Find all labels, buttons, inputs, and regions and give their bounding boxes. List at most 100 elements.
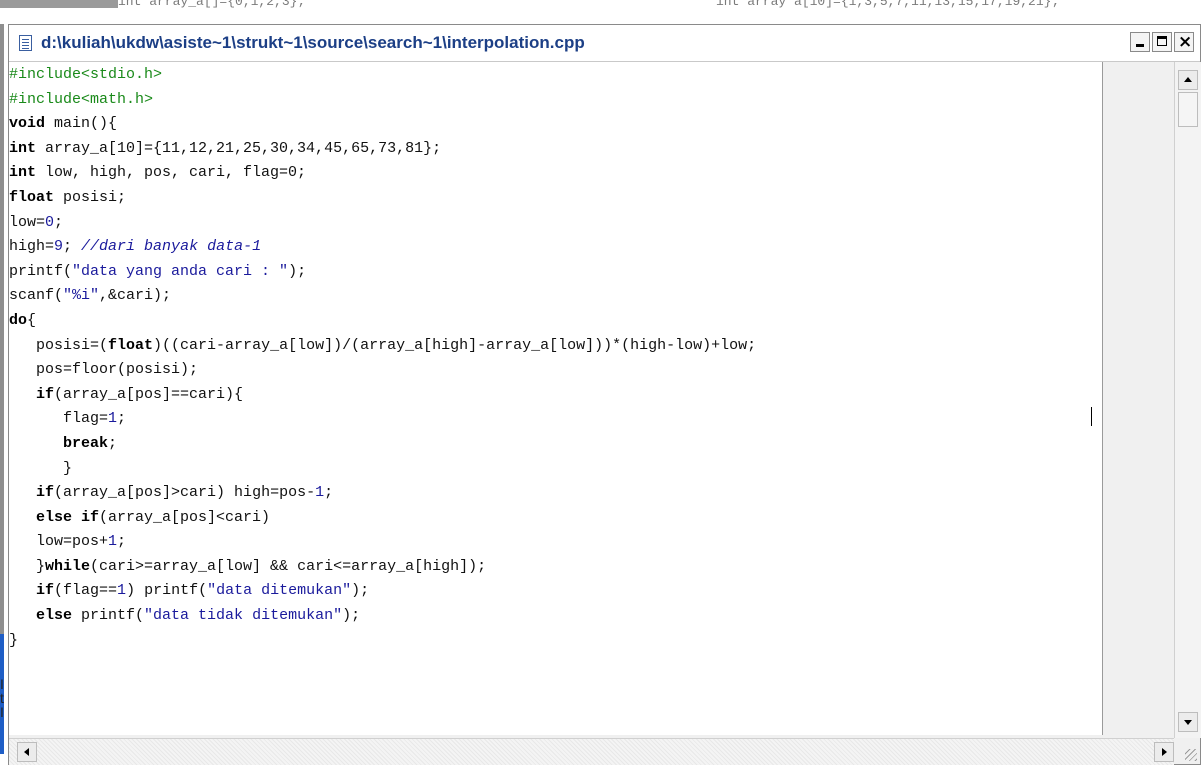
arrow-up-icon[interactable] [1178,70,1198,90]
code-line[interactable]: if(array_a[pos]>cari) high=pos-1; [9,481,1102,506]
code-token: (array_a[pos]<cari) [99,508,271,526]
arrow-right-icon[interactable] [1154,742,1174,762]
code-token: 1 [315,484,325,502]
code-token: 1 [108,410,118,428]
code-line[interactable]: break; [9,432,1102,457]
code-token: (cari>=array_a[low] && cari<=array_a[hig… [90,557,487,575]
code-token: pos=floor(posisi); [9,361,199,379]
maximize-button[interactable] [1152,32,1172,52]
code-line[interactable]: if(array_a[pos]==cari){ [9,383,1102,408]
code-token: ; [117,410,127,428]
window-title: d:\kuliah\ukdw\asiste~1\strukt~1\source\… [41,33,585,52]
code-token: ; [108,434,118,452]
close-icon: × [1178,32,1193,52]
code-token: posisi; [54,188,127,206]
code-token: ,&cari); [99,287,172,305]
code-token: ); [288,262,307,280]
code-token: "%i" [63,287,100,305]
code-line[interactable]: else printf("data tidak ditemukan"); [9,604,1102,629]
resize-grip-icon[interactable] [1174,738,1200,764]
code-text-area[interactable]: #include<stdio.h> #include<math.h> void ma… [9,63,1102,653]
code-line[interactable]: scanf("%i",&cari); [9,284,1102,309]
code-line[interactable]: } [9,629,1102,654]
code-line[interactable]: else if(array_a[pos]<cari) [9,506,1102,531]
code-token: float [108,336,154,354]
code-line[interactable]: flag=1; [9,407,1102,432]
code-token: break [63,434,109,452]
code-line[interactable]: high=9; //dari banyak data-1 [9,235,1102,260]
code-token: 0 [45,213,55,231]
code-token: ; [117,533,127,551]
vertical-scroll-thumb[interactable] [1178,92,1198,127]
window-titlebar[interactable]: d:\kuliah\ukdw\asiste~1\strukt~1\source\… [9,25,1200,62]
code-token: 9 [54,238,64,256]
code-token: if [36,582,55,600]
code-token: (flag== [54,582,118,600]
code-token: "data tidak ditemukan" [144,607,343,625]
code-token: low, high, pos, cari, flag=0; [36,164,307,182]
arrow-left-icon[interactable] [17,742,37,762]
code-token: (array_a[pos]==cari){ [54,385,244,403]
code-line[interactable]: int low, high, pos, cari, flag=0; [9,161,1102,186]
code-line[interactable]: posisi=(float)((cari-array_a[low])/(arra… [9,334,1102,359]
horizontal-scrollbar[interactable] [9,738,1174,765]
code-token: int [9,139,37,157]
background-scrollbar-fragment [0,0,118,8]
background-code-fragment-right: int array a[10]={1,3,5,7,11,13,15,17,19,… [716,0,1060,9]
background-code-fragment-left: int array_a[]={0,1,2,3}; [118,0,306,9]
code-line[interactable]: if(flag==1) printf("data ditemukan"); [9,579,1102,604]
minimize-button[interactable] [1130,32,1150,52]
code-token: } [9,631,19,649]
code-line[interactable]: do{ [9,309,1102,334]
code-token: { [27,311,37,329]
code-token: #include<math.h> [9,90,154,108]
code-token: ; [63,238,82,256]
text-caret [1091,407,1092,426]
code-line[interactable]: int array_a[10]={11,12,21,25,30,34,45,65… [9,137,1102,162]
arrow-down-icon[interactable] [1178,712,1198,732]
code-token: posisi=( [9,336,109,354]
code-token: "data ditemukan" [207,582,352,600]
code-editor[interactable]: #include<stdio.h> #include<math.h> void ma… [9,62,1103,735]
code-line[interactable]: pos=floor(posisi); [9,358,1102,383]
code-line[interactable]: float posisi; [9,186,1102,211]
code-token: do [9,311,28,329]
code-token: printf( [72,607,145,625]
code-token: low= [9,213,46,231]
code-line[interactable]: low=0; [9,211,1102,236]
code-token: //dari banyak data-1 [81,238,262,256]
background-side-letter: I [0,704,4,720]
code-token: 1 [108,533,118,551]
code-line[interactable]: void main(){ [9,112,1102,137]
code-line[interactable]: #include<math.h> [9,88,1102,113]
code-token: else [36,607,73,625]
code-token: ; [324,484,334,502]
vertical-scrollbar[interactable] [1174,62,1201,738]
code-token: ); [351,582,370,600]
code-token: } [9,459,73,477]
code-line[interactable]: } [9,457,1102,482]
code-token: low=pos+ [9,533,109,551]
code-line[interactable]: printf("data yang anda cari : "); [9,260,1102,285]
code-token: #include<stdio.h> [9,66,163,83]
code-token: } [9,557,46,575]
code-token: )((cari-array_a[low])/(array_a[high]-arr… [153,336,757,354]
code-token: ); [342,607,361,625]
code-line[interactable]: }while(cari>=array_a[low] && cari<=array… [9,555,1102,580]
code-token: array_a[10]={11,12,21,25,30,34,45,65,73,… [36,139,442,157]
code-line[interactable]: low=pos+1; [9,530,1102,555]
code-token: void [9,115,46,133]
background-side-bar [0,24,4,634]
code-token: main(){ [45,115,118,133]
code-token: if [36,484,55,502]
code-token: (array_a[pos]>cari) high=pos- [54,484,316,502]
code-token: scanf( [9,287,64,305]
code-token: int [9,164,37,182]
close-button[interactable]: × [1174,32,1194,52]
code-line[interactable]: #include<stdio.h> [9,63,1102,88]
code-token: float [9,188,55,206]
code-token: while [45,557,91,575]
